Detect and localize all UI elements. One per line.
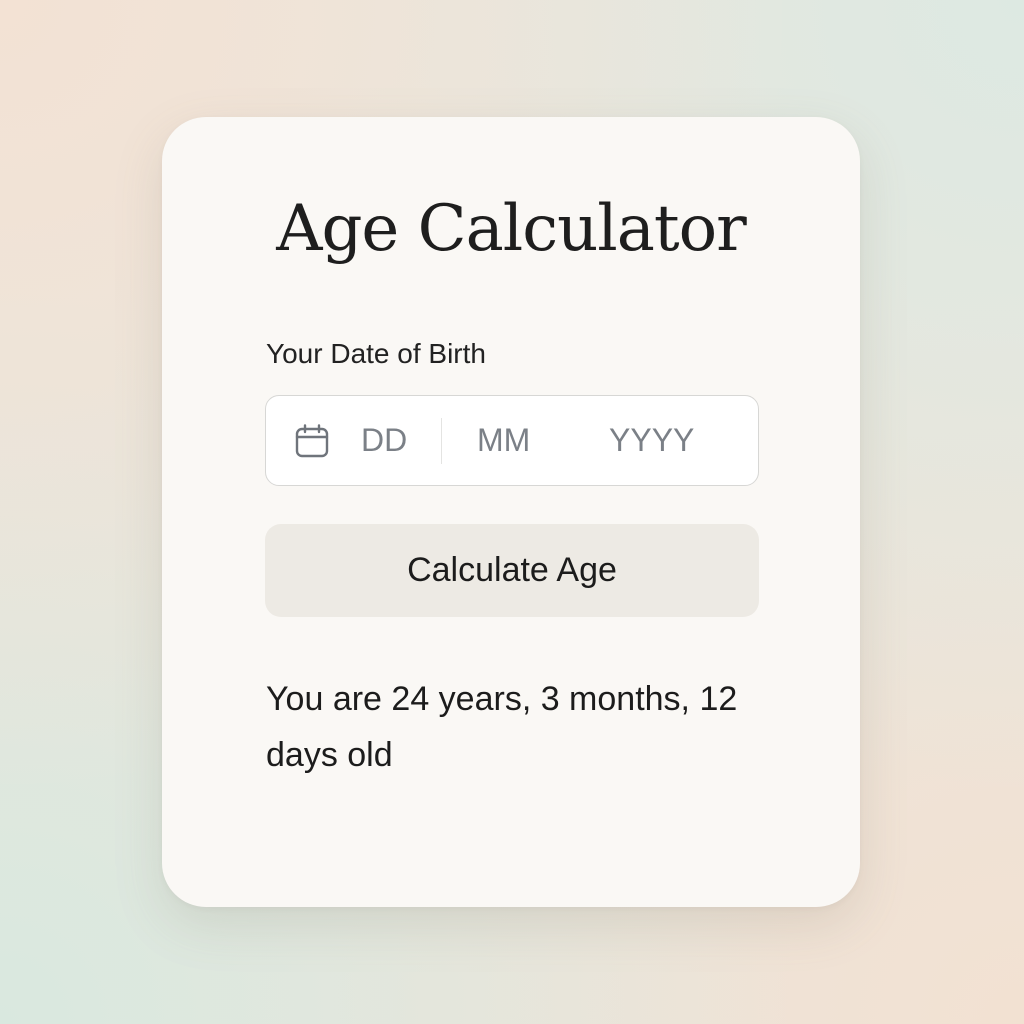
age-result-text: You are 24 years, 3 months, 12 days old [266, 680, 738, 774]
calendar-icon[interactable] [294, 423, 330, 459]
age-calculator-card: Age Calculator Your Date of Birth DD MM … [162, 117, 860, 907]
date-of-birth-label: Your Date of Birth [266, 338, 486, 369]
field-divider [441, 418, 442, 464]
month-field[interactable]: MM [477, 396, 530, 484]
year-field[interactable]: YYYY [609, 396, 694, 484]
page-title: Age Calculator [276, 192, 747, 266]
day-field[interactable]: DD [361, 396, 407, 484]
calculate-age-button[interactable]: Calculate Age [265, 524, 759, 617]
date-of-birth-input[interactable]: DD MM YYYY [265, 395, 759, 486]
